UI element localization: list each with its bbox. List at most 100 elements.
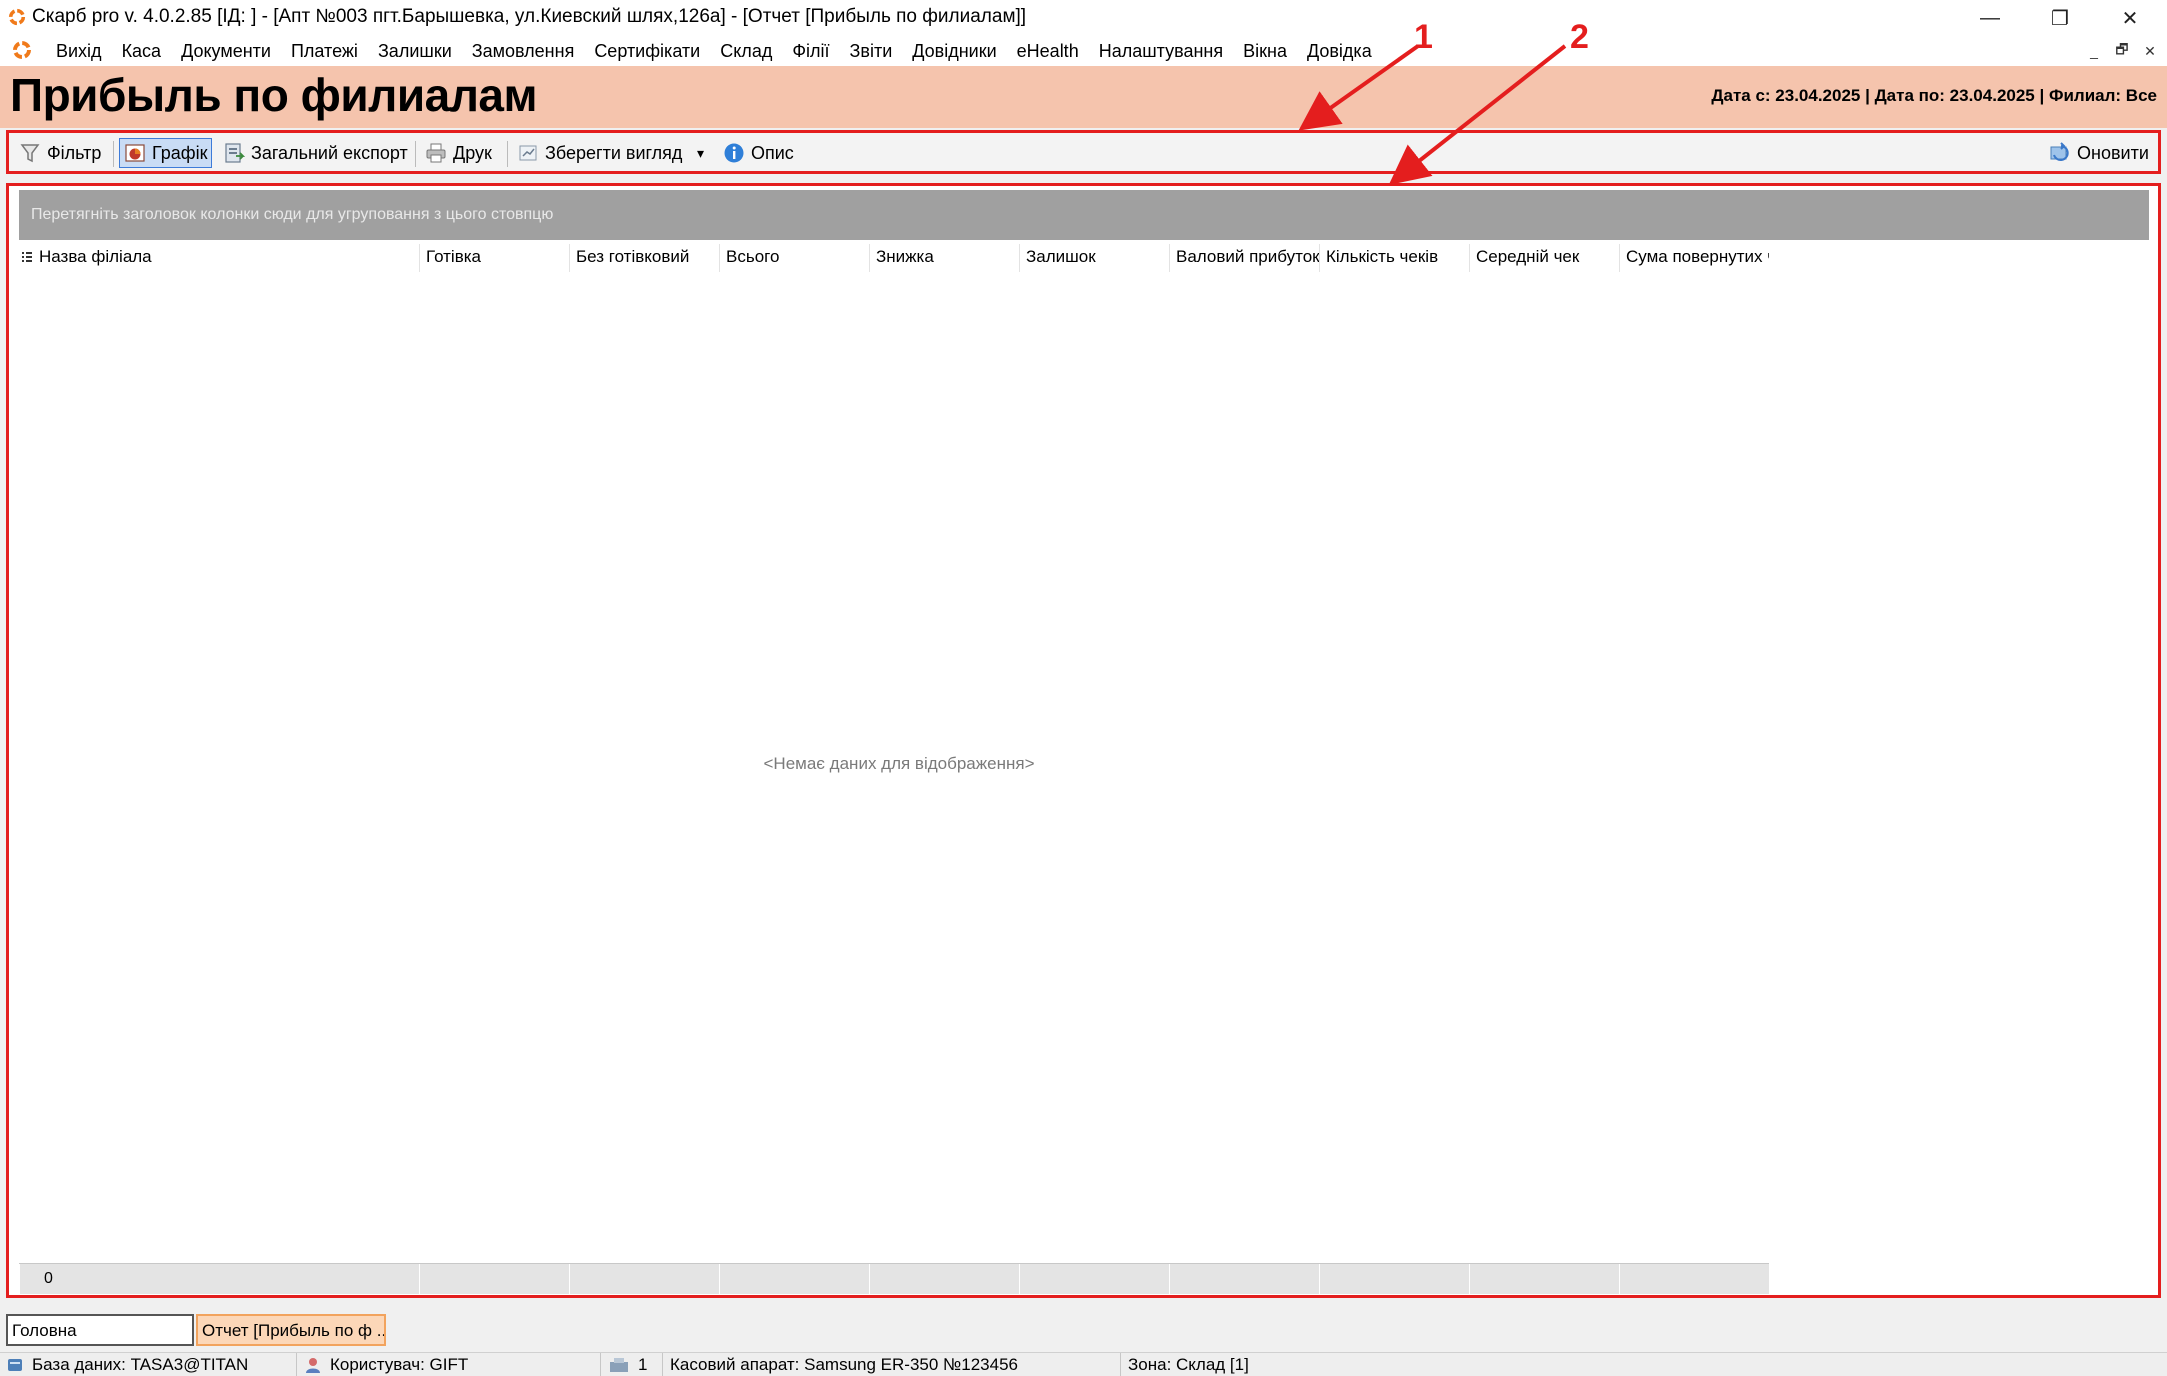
report-parameters: Дата с: 23.04.2025 | Дата по: 23.04.2025… [1711, 86, 2157, 105]
export-button[interactable]: Загальний експорт [219, 138, 412, 168]
close-button[interactable]: ✕ [2095, 0, 2165, 36]
annotation-label-2: 2 [1570, 18, 1589, 56]
toolbar-separator [415, 141, 416, 167]
description-label: Опис [751, 142, 794, 163]
menu-item-3[interactable]: Платежі [281, 39, 368, 64]
menu-item-4[interactable]: Залишки [368, 39, 462, 64]
column-header-9[interactable]: Сума повернутих ч [1619, 244, 1769, 272]
menu-item-0[interactable]: Вихід [46, 39, 112, 64]
window-title: Скарб pro v. 4.0.2.85 [ІД: ] - [Апт №003… [32, 6, 1027, 27]
page-title: Прибыль по филиалам [10, 69, 538, 121]
menu-item-6[interactable]: Сертифікати [584, 39, 710, 64]
data-grid: Перетягніть заголовок колонки сюди для у… [6, 183, 2161, 1298]
tab-home[interactable]: Головна [6, 1314, 194, 1346]
mdi-minimize-button[interactable]: _ [2082, 40, 2106, 62]
menu-item-11[interactable]: eHealth [1007, 39, 1089, 64]
status-zone: Зона: Склад [1] [1128, 1355, 1249, 1375]
column-header-3[interactable]: Всього [719, 244, 869, 272]
menu-item-12[interactable]: Налаштування [1089, 39, 1233, 64]
footer-cell-6 [1169, 1264, 1319, 1294]
filter-button[interactable]: Фільтр [15, 138, 105, 168]
footer-cell-4 [869, 1264, 1019, 1294]
restore-button[interactable]: ❐ [2025, 0, 2095, 36]
cash-register-icon [610, 1358, 628, 1372]
save-view-icon [519, 145, 537, 161]
status-database: База даних: TASA3@TITAN [6, 1355, 248, 1375]
status-register-label: Касовий апарат: Samsung ER-350 №123456 [670, 1355, 1019, 1374]
status-user: Користувач: GIFT [304, 1355, 468, 1375]
footer-cell-1 [419, 1264, 569, 1294]
grid-footer-row: 0 [19, 1263, 1769, 1294]
save-view-label: Зберегти вигляд [545, 142, 683, 163]
printer-icon [426, 143, 446, 163]
column-chooser-icon[interactable] [21, 251, 33, 265]
filter-icon [20, 144, 40, 163]
mdi-close-button[interactable]: ✕ [2138, 40, 2162, 62]
column-header-4[interactable]: Знижка [869, 244, 1019, 272]
minimize-button[interactable]: — [1955, 0, 2025, 36]
status-user-label: Користувач: GIFT [330, 1355, 469, 1374]
menu-items: Вихід Каса Документи Платежі Залишки Замовлен… [46, 39, 1382, 64]
refresh-button[interactable]: Оновити [2045, 138, 2153, 168]
menu-item-13[interactable]: Вікна [1233, 39, 1297, 64]
status-separator [600, 1353, 601, 1376]
menu-item-10[interactable]: Довідники [902, 39, 1006, 64]
status-zone-label: Зона: Склад [1] [1128, 1355, 1249, 1374]
column-header-8[interactable]: Середній чек [1469, 244, 1619, 272]
column-header-7[interactable]: Кількість чеків [1319, 244, 1469, 272]
document-tabs: Головна Отчет [Прибыль по ф ... [0, 1308, 2167, 1350]
tab-report[interactable]: Отчет [Прибыль по ф ... [196, 1314, 386, 1346]
status-register: Касовий апарат: Samsung ER-350 №123456 [670, 1355, 1018, 1375]
export-icon [225, 143, 245, 163]
column-header-6[interactable]: Валовий прибуток [1169, 244, 1319, 272]
report-header: Прибыль по филиалам Дата с: 23.04.2025 |… [0, 66, 2167, 128]
column-header-1[interactable]: Готівка [419, 244, 569, 272]
chart-button[interactable]: Графік [119, 138, 213, 168]
menu-item-7[interactable]: Склад [710, 39, 782, 64]
title-bar: Скарб pro v. 4.0.2.85 [ІД: ] - [Апт №003… [0, 0, 2167, 36]
status-separator [1120, 1353, 1121, 1376]
info-icon [724, 143, 744, 163]
footer-cell-9 [1619, 1264, 1769, 1294]
menu-item-2[interactable]: Документи [171, 39, 281, 64]
toolbar-separator [507, 141, 508, 167]
toolbar: Фільтр Графік Загальний експорт Друк Збе… [6, 130, 2161, 174]
mdi-restore-button[interactable]: 🗗 [2110, 40, 2134, 62]
menu-item-1[interactable]: Каса [112, 39, 172, 64]
column-header-0[interactable]: Назва філіала [33, 244, 419, 272]
footer-cell-5 [1019, 1264, 1169, 1294]
column-header-5[interactable]: Залишок [1019, 244, 1169, 272]
user-icon [306, 1358, 320, 1373]
filter-label: Фільтр [47, 142, 102, 163]
refresh-icon [2050, 142, 2069, 161]
menu-bar: Вихід Каса Документи Платежі Залишки Замовлен… [0, 36, 2167, 66]
menu-item-5[interactable]: Замовлення [462, 39, 585, 64]
print-button[interactable]: Друк [421, 138, 496, 168]
menu-item-8[interactable]: Філії [782, 39, 839, 64]
status-bar: База даних: TASA3@TITAN Користувач: GIFT… [0, 1352, 2167, 1376]
column-header-row: Назва філіала Готівка Без готівковий Всього… [19, 244, 1769, 272]
status-database-label: База даних: TASA3@TITAN [32, 1355, 249, 1374]
footer-cell-0: 0 [19, 1264, 419, 1294]
group-by-panel[interactable]: Перетягніть заголовок колонки сюди для у… [19, 190, 2149, 240]
export-label: Загальний експорт [251, 142, 408, 163]
status-separator [296, 1353, 297, 1376]
database-icon [8, 1359, 22, 1371]
status-count: 1 [608, 1355, 647, 1375]
chart-icon [125, 144, 145, 162]
group-by-hint: Перетягніть заголовок колонки сюди для у… [31, 206, 554, 223]
footer-cell-2 [569, 1264, 719, 1294]
save-view-dropdown-button[interactable]: ▾ [693, 138, 708, 168]
menu-item-14[interactable]: Довідка [1297, 39, 1382, 64]
footer-cell-3 [719, 1264, 869, 1294]
footer-cell-8 [1469, 1264, 1619, 1294]
print-label: Друк [453, 142, 492, 163]
column-header-2[interactable]: Без готівковий [569, 244, 719, 272]
status-separator [662, 1353, 663, 1376]
description-button[interactable]: Опис [719, 138, 798, 168]
menu-logo-icon [13, 41, 31, 59]
app-logo-icon [8, 8, 26, 26]
save-view-button[interactable]: Зберегти вигляд [513, 138, 686, 168]
toolbar-separator [113, 141, 114, 167]
menu-item-9[interactable]: Звіти [840, 39, 903, 64]
